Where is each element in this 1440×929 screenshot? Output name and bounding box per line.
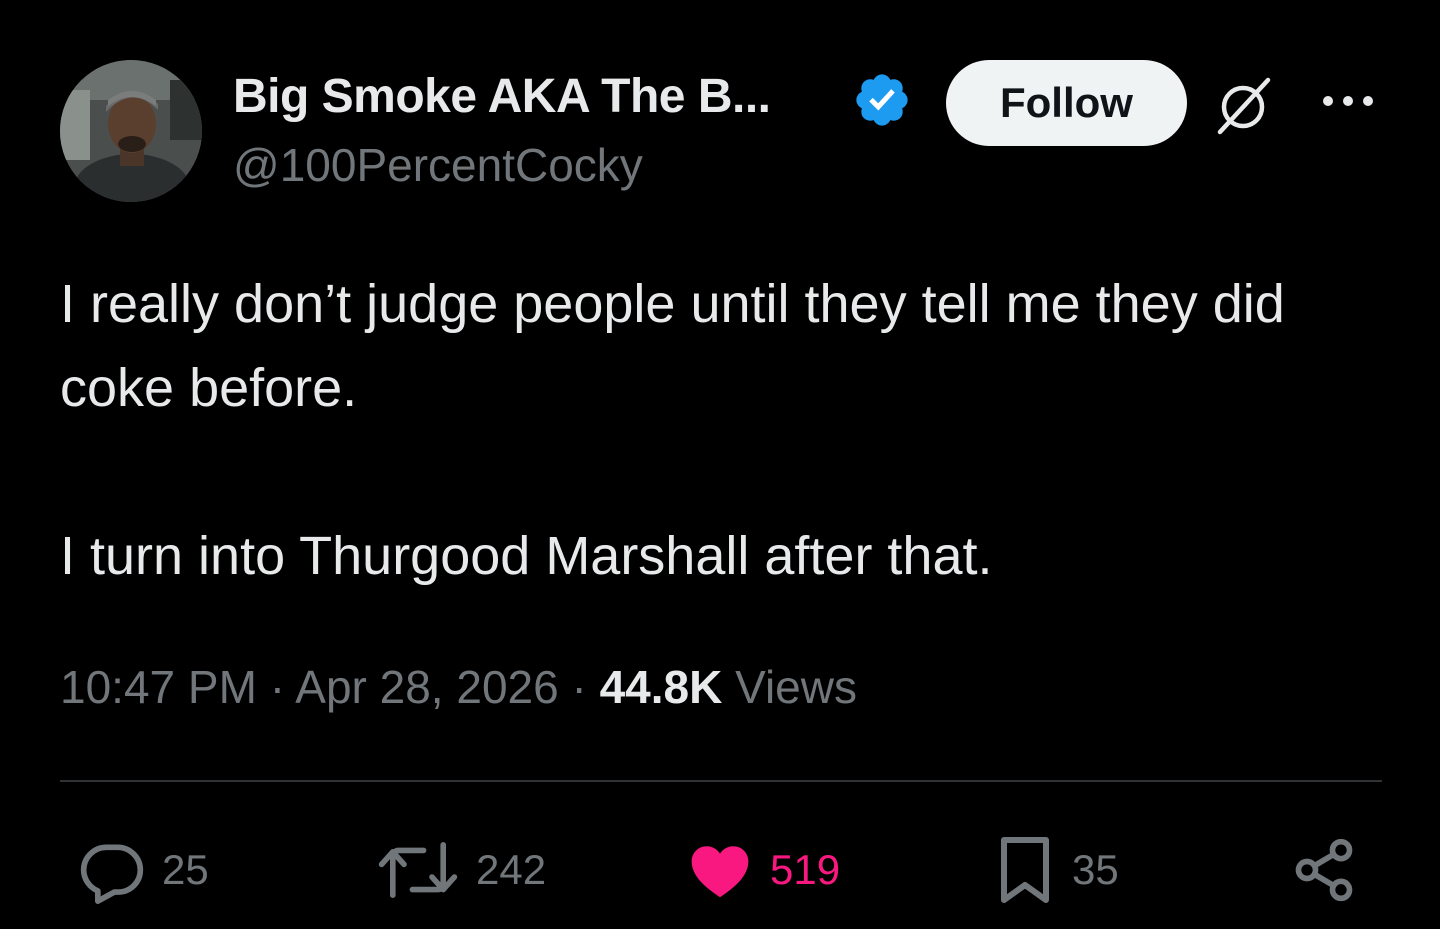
tweet-card: Big Smoke AKA The B... @100PercentCocky …	[0, 0, 1440, 929]
meta-separator: ·	[269, 661, 286, 713]
reply-count: 25	[162, 846, 209, 893]
repost-icon	[378, 842, 458, 898]
reply-icon	[80, 844, 144, 904]
verified-badge-icon[interactable]	[852, 70, 912, 130]
bookmark-icon	[1001, 837, 1049, 903]
share-icon	[1295, 838, 1353, 902]
action-bar: 25 242 519 35	[0, 830, 1440, 910]
avatar-photo	[60, 60, 202, 202]
follow-button[interactable]: Follow	[946, 60, 1187, 146]
tweet-date[interactable]: Apr 28, 2026	[295, 661, 558, 713]
tweet-text: I really don’t judge people until they t…	[60, 274, 1285, 586]
avatar[interactable]	[60, 60, 202, 202]
like-count: 519	[770, 846, 841, 893]
tweet-time[interactable]: 10:47 PM	[60, 661, 257, 713]
share-button[interactable]	[1290, 830, 1358, 910]
bookmark-button[interactable]: 35	[994, 830, 1119, 910]
grok-icon[interactable]	[1212, 72, 1278, 138]
more-icon[interactable]	[1318, 86, 1378, 116]
views-label[interactable]: Views	[735, 661, 857, 713]
tweet-meta: 10:47 PM · Apr 28, 2026 · 44.8K Views	[60, 660, 857, 714]
like-button[interactable]: 519	[686, 830, 840, 910]
author-name-row: Big Smoke AKA The B...	[233, 64, 771, 128]
like-icon	[691, 846, 749, 898]
author-handle[interactable]: @100PercentCocky	[233, 138, 643, 192]
display-name[interactable]: Big Smoke AKA The B...	[233, 69, 771, 124]
reply-button[interactable]: 25	[78, 830, 209, 910]
repost-button[interactable]: 242	[376, 830, 546, 910]
divider	[60, 780, 1382, 782]
repost-count: 242	[476, 846, 547, 893]
bookmark-count: 35	[1072, 846, 1119, 893]
views-count[interactable]: 44.8K	[600, 661, 723, 713]
meta-separator: ·	[571, 661, 587, 713]
